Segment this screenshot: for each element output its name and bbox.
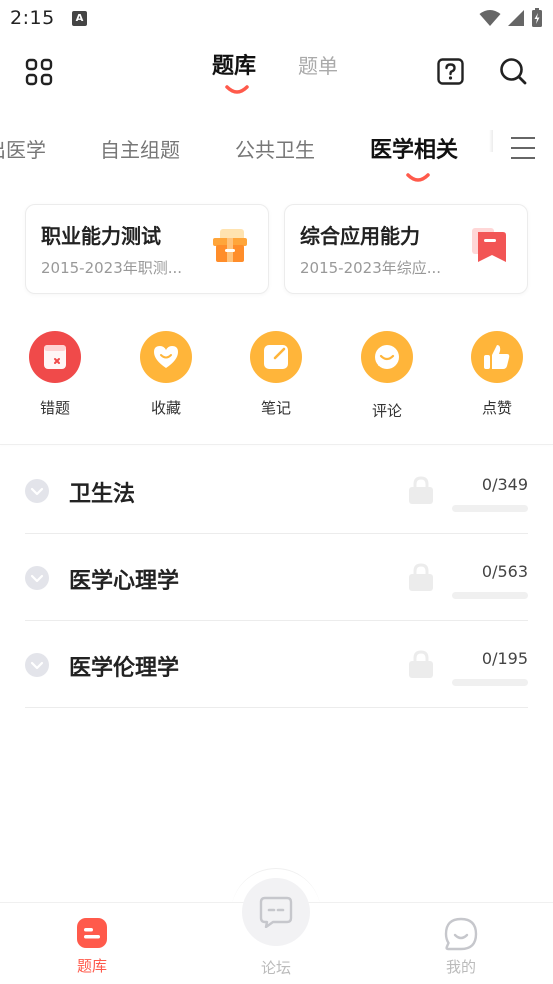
tab-category-medical-related[interactable]: 医学相关 [370, 132, 458, 164]
action-label: 错题 [39, 399, 70, 417]
tab-category-medicine[interactable]: 出医学 [0, 134, 46, 163]
action-wrong-questions[interactable]: 错题 [15, 330, 95, 418]
exam-card-comprehensive-ability[interactable]: 综合应用能力 2015-2023年综应... [284, 204, 528, 294]
nav-label: 我的 [445, 958, 476, 976]
thumbs-up-icon [471, 331, 523, 383]
chapter-name: 医学心理学 [69, 569, 180, 594]
app-notification-icon: A [72, 11, 87, 26]
nav-label: 论坛 [260, 959, 291, 977]
action-comments[interactable]: 评论 [347, 330, 427, 421]
exam-card-title: 职业能力测试 [41, 224, 161, 248]
action-likes[interactable]: 点赞 [457, 330, 537, 418]
heart-icon [140, 331, 192, 383]
exam-card-subtitle: 2015-2023年职测... [41, 259, 183, 277]
tab-question-bank[interactable]: 题库 [212, 48, 256, 80]
lock-icon [409, 476, 433, 504]
chapter-row[interactable]: 医学心理学 0/563 [25, 534, 528, 621]
exam-card-career-ability[interactable]: 职业能力测试 2015-2023年职测... [25, 204, 269, 294]
note-icon [250, 331, 302, 383]
chapter-progress-text: 0/195 [481, 649, 528, 668]
chapter-progress-bar [452, 592, 528, 599]
profile-icon [444, 917, 478, 951]
tab-category-public-health[interactable]: 公共卫生 [235, 134, 315, 163]
chapter-progress-text: 0/349 [481, 475, 528, 494]
action-label: 收藏 [150, 399, 181, 417]
help-icon[interactable] [437, 58, 464, 85]
nav-profile[interactable]: 我的 [421, 917, 501, 977]
status-bar: 2:15 A [0, 0, 553, 38]
action-label: 笔记 [260, 399, 291, 417]
active-tab-indicator [225, 85, 249, 94]
search-icon[interactable] [499, 57, 527, 85]
action-favorites[interactable]: 收藏 [126, 330, 206, 418]
action-label: 点赞 [481, 399, 512, 417]
chapter-row[interactable]: 医学伦理学 0/195 [25, 621, 528, 708]
section-divider [0, 444, 553, 445]
chapter-progress-text: 0/563 [481, 562, 528, 581]
status-icons [479, 8, 543, 28]
gift-icon [213, 229, 247, 262]
chapter-row[interactable]: 卫生法 0/349 [25, 447, 528, 534]
question-bank-icon [77, 918, 107, 948]
exam-card-subtitle: 2015-2023年综应... [300, 259, 442, 277]
chevron-down-icon[interactable] [25, 653, 49, 677]
lock-icon [409, 563, 433, 591]
action-notes[interactable]: 笔记 [236, 330, 316, 418]
action-label: 评论 [371, 402, 402, 420]
chapter-name: 医学伦理学 [69, 656, 180, 681]
status-time: 2:15 [10, 7, 55, 29]
nav-question-bank[interactable]: 题库 [52, 917, 132, 976]
active-category-indicator [406, 173, 430, 182]
tab-question-list[interactable]: 题单 [298, 50, 338, 79]
menu-icon[interactable] [510, 136, 536, 160]
lock-icon [409, 650, 433, 678]
tab-fade-divider [489, 130, 493, 152]
tab-category-custom[interactable]: 自主组题 [100, 134, 180, 163]
nav-label: 题库 [76, 957, 107, 975]
forum-icon [259, 896, 293, 928]
wrong-question-icon [29, 331, 81, 383]
top-header: 题库 题单 [0, 38, 553, 108]
chapter-progress-bar [452, 505, 528, 512]
category-tabs: 出医学 自主组题 公共卫生 医学相关 [0, 118, 553, 188]
wifi-icon [479, 10, 501, 26]
battery-charging-icon [532, 8, 542, 27]
chapter-name: 卫生法 [69, 482, 136, 507]
chevron-down-icon[interactable] [25, 479, 49, 503]
chapter-progress-bar [452, 679, 528, 686]
grid-icon[interactable] [25, 58, 53, 86]
exam-card-title: 综合应用能力 [300, 224, 420, 248]
nav-forum[interactable] [242, 878, 310, 946]
bookmark-icon [472, 228, 506, 262]
chevron-down-icon[interactable] [25, 566, 49, 590]
signal-icon [508, 10, 524, 26]
comment-icon [361, 331, 413, 383]
nav-forum-label-wrap[interactable]: 论坛 [236, 957, 316, 978]
